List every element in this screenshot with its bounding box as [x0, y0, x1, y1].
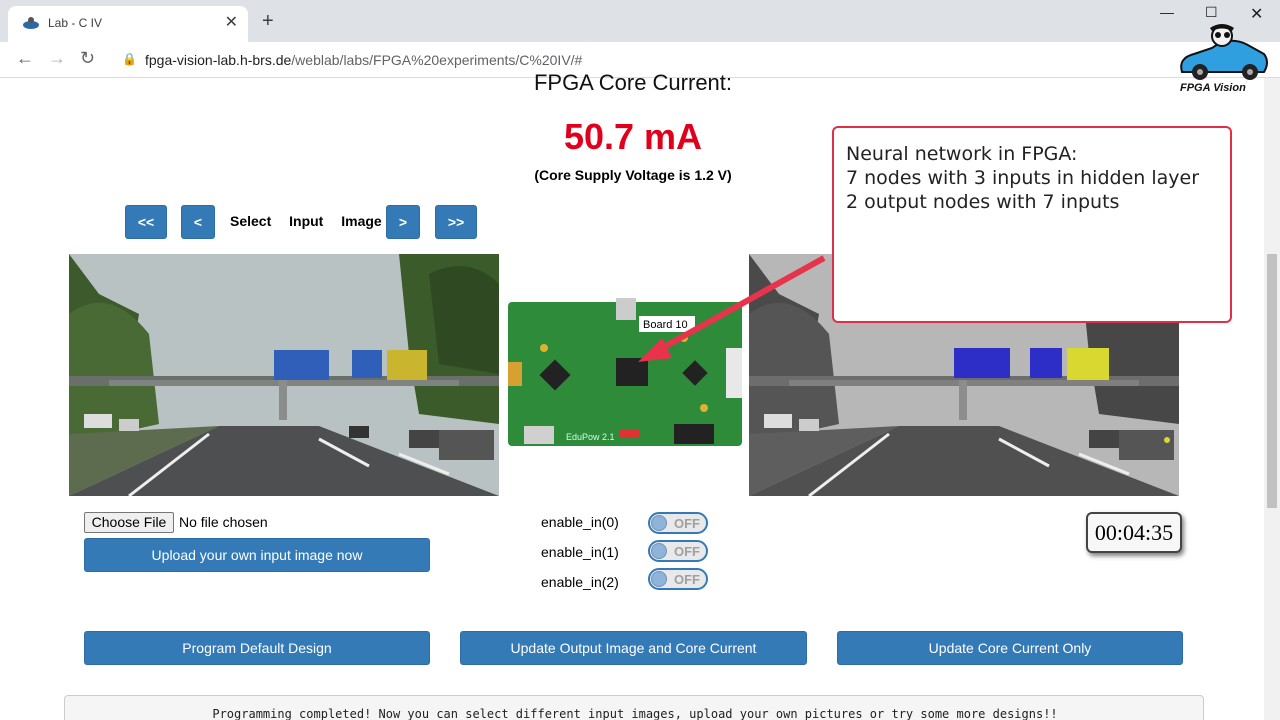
fpga-board-image: Board 10 EduPow 2.1 [504, 298, 744, 450]
select-input-image-label: Select Input Image [230, 213, 382, 229]
update-core-current-button[interactable]: Update Core Current Only [837, 631, 1183, 665]
first-image-button[interactable]: << [125, 205, 167, 239]
enable-in-2-label: enable_in(2) [541, 574, 619, 590]
reload-icon[interactable]: ↻ [80, 48, 95, 69]
forward-arrow-icon[interactable]: → [48, 48, 66, 69]
update-output-and-current-button[interactable]: Update Output Image and Core Current [460, 631, 807, 665]
callout-line-1: Neural network in FPGA: [846, 143, 1078, 165]
enable-in-2-toggle[interactable]: OFF [648, 568, 708, 590]
tab-title: Lab - C IV [48, 16, 103, 30]
toggle-state: OFF [674, 516, 700, 531]
toggle-knob [651, 515, 667, 531]
board-silkscreen: EduPow 2.1 [566, 432, 615, 442]
browser-tab[interactable]: Lab - C IV ✕ [8, 6, 248, 42]
session-timer: 00:04:35 [1086, 512, 1182, 553]
callout-line-2: 7 nodes with 3 inputs in hidden layer [846, 167, 1200, 189]
toggle-state: OFF [674, 572, 700, 587]
page-scrollbar[interactable] [1264, 78, 1280, 720]
last-image-button[interactable]: >> [435, 205, 477, 239]
tab-close-icon[interactable]: ✕ [225, 12, 238, 32]
enable-in-1-toggle[interactable]: OFF [648, 540, 708, 562]
status-panel: Programming completed! Now you can selec… [64, 695, 1204, 720]
upload-image-button[interactable]: Upload your own input image now [84, 538, 430, 572]
new-tab-icon[interactable]: + [262, 10, 274, 33]
core-current-heading: FPGA Core Current: [533, 70, 733, 95]
enable-in-1-label: enable_in(1) [541, 544, 619, 560]
enable-in-0-label: enable_in(0) [541, 514, 619, 530]
status-message: Programming completed! Now you can selec… [212, 707, 1058, 720]
enable-in-0-toggle[interactable]: OFF [648, 512, 708, 534]
callout-line-3: 2 output nodes with 7 inputs [846, 191, 1120, 213]
lock-icon: 🔒 [122, 52, 137, 66]
url-host: fpga-vision-lab.h-brs.de [145, 52, 292, 68]
previous-image-button[interactable]: < [181, 205, 215, 239]
board-label: Board 10 [643, 319, 688, 331]
minimize-icon[interactable]: — [1160, 4, 1174, 20]
program-default-design-button[interactable]: Program Default Design [84, 631, 430, 665]
next-image-button[interactable]: > [386, 205, 420, 239]
input-image [69, 254, 499, 496]
back-arrow-icon[interactable]: ← [16, 48, 34, 69]
maximize-icon[interactable]: ☐ [1205, 4, 1218, 21]
toggle-knob [651, 543, 667, 559]
toggle-state: OFF [674, 544, 700, 559]
neural-network-callout: Neural network in FPGA: 7 nodes with 3 i… [832, 126, 1232, 323]
toggle-knob [651, 571, 667, 587]
scrollbar-thumb[interactable] [1267, 254, 1277, 508]
url-path: /weblab/labs/FPGA%20experiments/C%20IV/# [291, 52, 583, 68]
browser-tab-bar: Lab - C IV ✕ + — ☐ ✕ [0, 0, 1280, 42]
car-favicon-icon [23, 17, 39, 29]
file-status-text: No file chosen [179, 514, 268, 530]
window-close-icon[interactable]: ✕ [1250, 4, 1263, 24]
choose-file-button[interactable]: Choose File [84, 512, 174, 533]
